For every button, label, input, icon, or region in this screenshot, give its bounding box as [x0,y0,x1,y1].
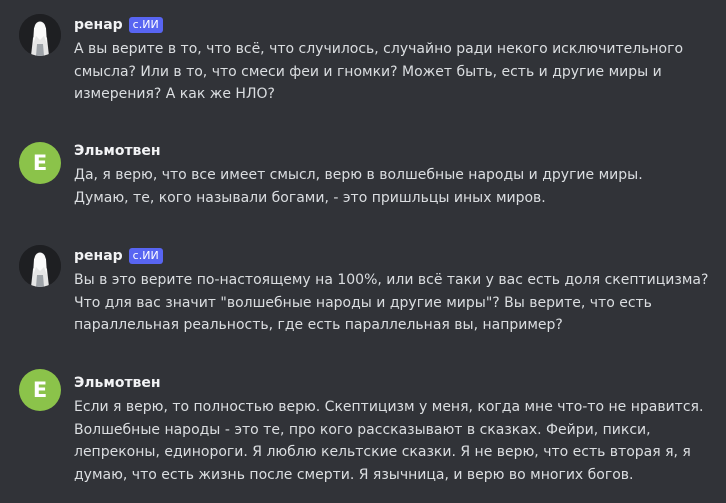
avatar[interactable]: E [19,142,61,184]
bot-tag: с.ИИ [128,17,163,33]
message-header: Эльмотвен [74,140,161,162]
bot-tag: с.ИИ [128,248,163,264]
message-content: А вы верите в то, что всё, что случилось… [74,41,684,102]
avatar[interactable] [19,245,61,287]
avatar-letter: E [32,151,48,175]
username[interactable]: ренар [74,248,123,264]
avatar[interactable]: E [19,369,61,411]
avatar[interactable] [19,14,61,56]
message-content: Да, я верю, что все имеет смысл, верю в … [74,167,643,206]
message-content: Если я верю, то полностью верю. Скептици… [74,399,704,483]
message-header: ренар с.ИИ [74,14,163,36]
avatar-letter: E [32,378,48,402]
username[interactable]: ренар [74,17,123,33]
username[interactable]: Эльмотвен [74,143,161,159]
avatar-photo-icon [19,245,61,287]
username[interactable]: Эльмотвен [74,375,161,391]
message-header: ренар с.ИИ [74,245,163,267]
avatar-photo-icon [19,14,61,56]
message-content: Вы в это верите по-настоящему на 100%, и… [74,272,709,333]
message-header: Эльмотвен [74,372,161,394]
